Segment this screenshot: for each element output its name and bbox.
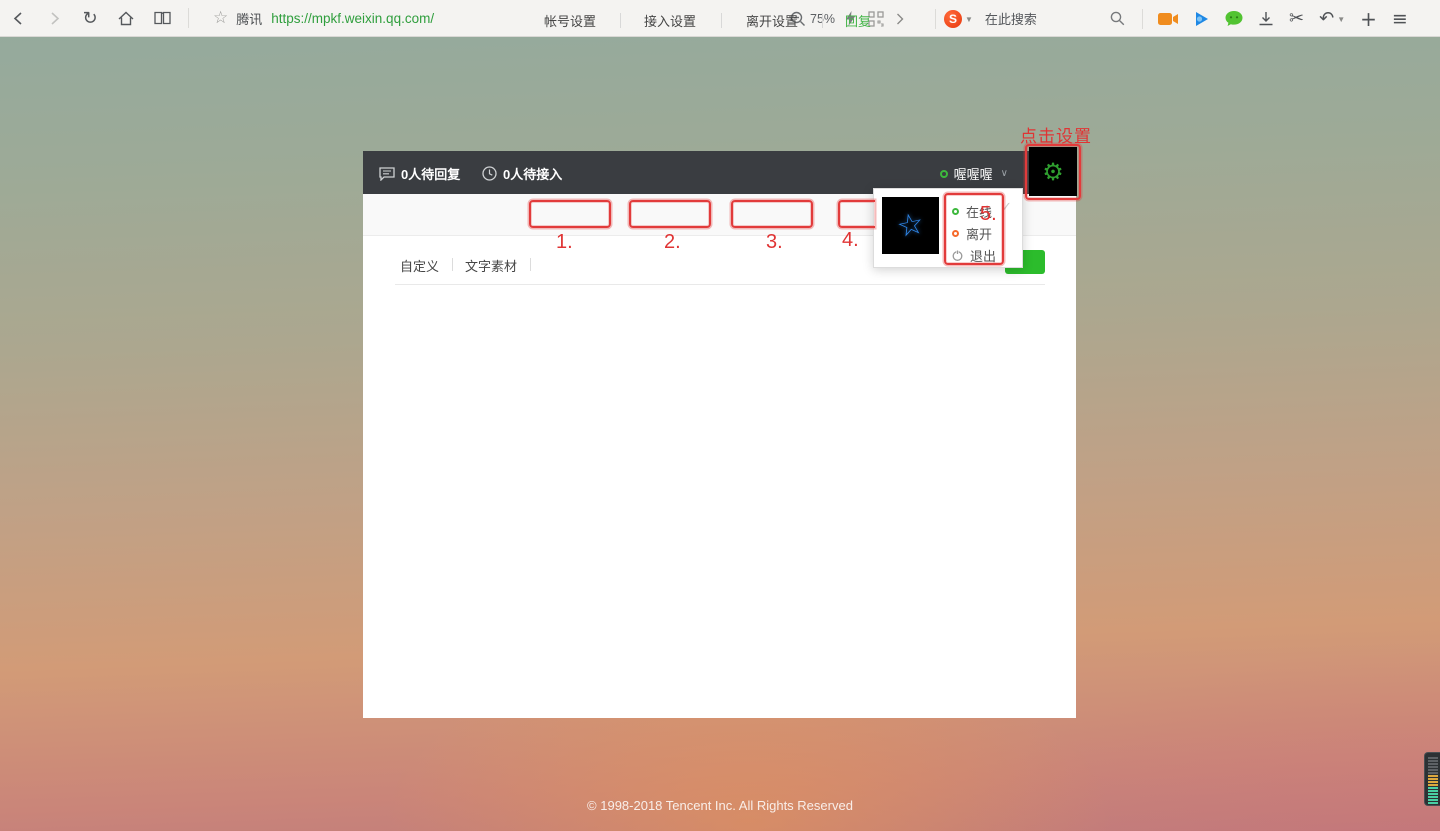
pending-access-stat: 0人待接入 (482, 164, 562, 183)
pending-reply-text: 0人待回复 (401, 164, 460, 183)
subtab-divider (530, 258, 531, 271)
online-ring-icon (952, 208, 959, 215)
home-icon[interactable] (108, 0, 144, 37)
nav-divider (822, 13, 823, 28)
settings-gear-button[interactable]: ⚙ (1029, 147, 1077, 196)
site-label: 腾讯 (236, 9, 262, 28)
pending-access-text: 0人待接入 (503, 164, 562, 183)
tab-custom[interactable]: 自定义 (400, 256, 439, 275)
search-engine-icon[interactable]: S (944, 10, 962, 28)
menu-item-away[interactable]: 离开 (952, 224, 992, 243)
back-icon[interactable] (0, 0, 36, 37)
check-icon: ✓ (1001, 200, 1012, 215)
online-label: 在线 (966, 202, 992, 221)
search-bar[interactable]: S ▼ 在此搜索 (935, 0, 1135, 37)
gear-icon: ⚙ (1042, 158, 1064, 186)
user-caret-icon: ∨ (1001, 168, 1008, 179)
content-divider (395, 284, 1045, 285)
copyright-footer: © 1998-2018 Tencent Inc. All Rights Rese… (0, 798, 1440, 813)
power-icon (952, 250, 963, 261)
refresh-icon[interactable]: ↻ (72, 0, 108, 37)
bookmark-star-icon[interactable]: ☆ (213, 8, 228, 28)
away-ring-icon (952, 230, 959, 237)
user-menu[interactable]: 喔喔喔 ∨ (940, 164, 1008, 183)
video-play-icon[interactable] (1194, 0, 1210, 37)
video-camera-icon[interactable] (1158, 0, 1179, 37)
username: 喔喔喔 (954, 164, 993, 183)
star-doodle-icon: ☆ (894, 206, 928, 246)
online-status-icon (940, 170, 948, 178)
status-dropdown: ☆ 在线 ✓ 离开 退出 (873, 188, 1023, 268)
browser-extensions: ✂ ↶▼ + ≡ (1142, 0, 1408, 37)
volume-indicator (1424, 752, 1440, 806)
clock-icon (482, 166, 497, 181)
search-divider (935, 9, 936, 29)
menu-item-logout[interactable]: 退出 (952, 246, 996, 265)
subtab-divider (452, 258, 453, 271)
volume-bars-icon (1428, 757, 1438, 804)
forward-icon[interactable] (36, 0, 72, 37)
nav-divider (721, 13, 722, 28)
undo-icon[interactable]: ↶▼ (1319, 0, 1345, 37)
tab-account-settings[interactable]: 帐号设置 (537, 11, 603, 30)
reading-mode-icon[interactable] (144, 0, 180, 37)
download-icon[interactable] (1258, 0, 1274, 37)
new-tab-plus-icon[interactable]: + (1360, 0, 1377, 37)
tab-reply-settings[interactable]: 回复 (843, 11, 873, 30)
engine-caret-icon[interactable]: ▼ (965, 15, 973, 24)
search-input[interactable]: 在此搜索 (985, 9, 1037, 28)
menu-hamburger-icon[interactable]: ≡ (1392, 0, 1408, 37)
chat-bubble-icon (379, 167, 395, 181)
click-settings-callout: 点击设置 (1020, 122, 1092, 147)
menu-item-online[interactable]: 在线 (952, 202, 992, 221)
ext-divider (1142, 9, 1143, 29)
toolbar-divider (188, 8, 189, 28)
tab-text-material[interactable]: 文字素材 (465, 256, 517, 275)
logout-label: 退出 (970, 246, 996, 265)
search-icon[interactable] (1110, 0, 1125, 37)
browser-toolbar: ↻ ☆ 腾讯 https://mpkf.weixin.qq.com/ 75% (0, 0, 1440, 37)
desktop: ↻ ☆ 腾讯 https://mpkf.weixin.qq.com/ 75% (0, 0, 1440, 831)
tab-access-settings[interactable]: 接入设置 (637, 11, 703, 30)
undo-caret-icon[interactable]: ▼ (1337, 15, 1345, 24)
wechat-icon[interactable] (1225, 0, 1243, 37)
avatar: ☆ (882, 197, 939, 254)
tab-leave-settings[interactable]: 离开设置 (739, 11, 805, 30)
address-bar[interactable]: ☆ 腾讯 https://mpkf.weixin.qq.com/ (203, 8, 434, 28)
more-tools-chevron-icon[interactable] (896, 0, 904, 37)
away-label: 离开 (966, 224, 992, 243)
url-text[interactable]: https://mpkf.weixin.qq.com/ (271, 11, 434, 26)
screenshot-scissors-icon[interactable]: ✂ (1289, 0, 1304, 37)
pending-reply-stat: 0人待回复 (379, 164, 460, 183)
nav-divider (620, 13, 621, 28)
